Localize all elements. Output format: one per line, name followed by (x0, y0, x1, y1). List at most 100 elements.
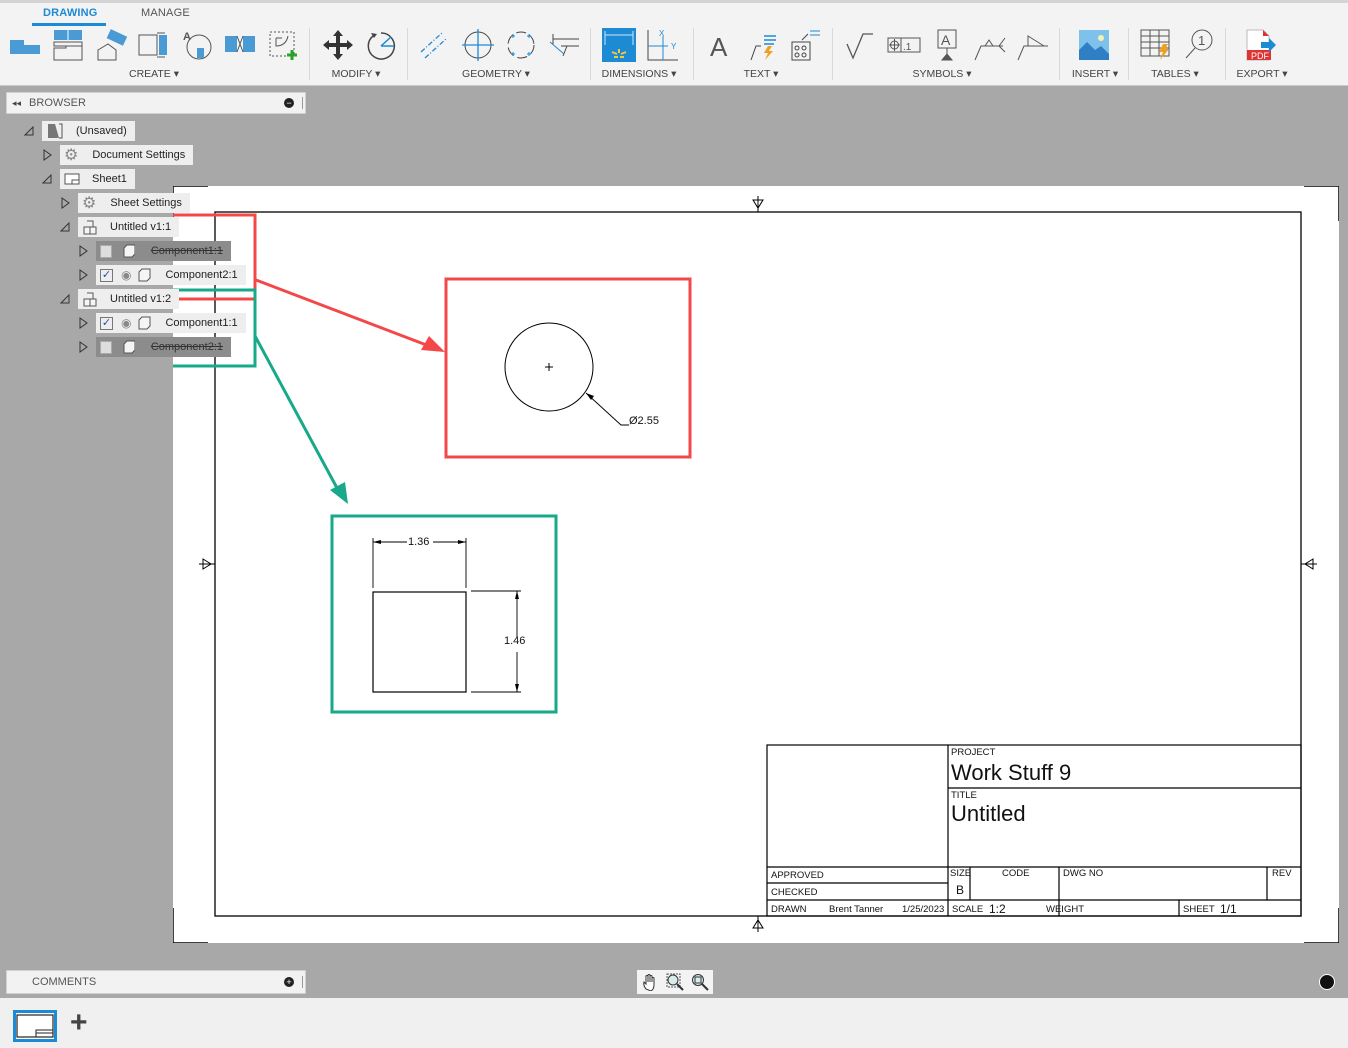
size-value[interactable]: B (956, 883, 964, 897)
expand-icon[interactable] (76, 337, 90, 357)
tables-group-label[interactable]: TABLES ▾ (1151, 68, 1199, 80)
table-icon (1140, 29, 1170, 60)
crop-view-button[interactable] (223, 28, 257, 62)
tree-item-document-settings[interactable]: ⚙ Document Settings (40, 145, 194, 165)
tree-item-component1-visible[interactable]: ✓ ◉ Component1:1 (76, 313, 246, 333)
tree-item-untitled-v1-1[interactable]: Untitled v1:1 (58, 217, 180, 237)
width-dimension-text[interactable]: 1.36 (408, 536, 429, 548)
rotate-button[interactable] (363, 28, 397, 62)
tab-manage[interactable]: MANAGE (141, 7, 190, 19)
symbols-group-label[interactable]: SYMBOLS ▾ (913, 68, 972, 80)
collapse-icon[interactable] (58, 289, 72, 309)
panel-drag-handle[interactable] (302, 976, 303, 988)
tree-item-label: Sheet1 (92, 173, 127, 185)
centerline-icon (420, 31, 448, 59)
pan-hand-icon[interactable] (641, 973, 659, 991)
geometry-group-label[interactable]: GEOMETRY ▾ (462, 68, 530, 80)
center-mark-pattern-icon (507, 31, 535, 59)
sheet-thumbnail-tab[interactable] (13, 1010, 57, 1042)
visibility-checkbox[interactable] (100, 340, 113, 354)
collapse-panel-icon[interactable]: ◂◂ (12, 98, 21, 109)
create-group-label[interactable]: CREATE ▾ (129, 68, 179, 80)
scale-value[interactable]: 1:2 (989, 902, 1006, 916)
expand-icon[interactable] (40, 145, 54, 165)
diameter-dimension-text[interactable]: Ø2.55 (629, 415, 659, 427)
modify-group-label[interactable]: MODIFY ▾ (332, 68, 381, 80)
visibility-checkbox-checked[interactable]: ✓ (100, 268, 113, 282)
comments-panel-header[interactable]: COMMENTS + (6, 970, 306, 994)
group-separator (309, 28, 310, 80)
tree-item-document[interactable]: (Unsaved) (22, 121, 135, 141)
performance-gauge-icon[interactable] (1319, 974, 1335, 990)
green-annotation-arrow-line (253, 335, 339, 489)
move-button[interactable] (321, 28, 355, 62)
expand-icon[interactable] (76, 313, 90, 333)
tree-item-component1-hidden[interactable]: Component1:1 (76, 241, 231, 261)
note-button[interactable] (788, 28, 822, 62)
taper-symbol-button[interactable] (1016, 28, 1050, 62)
insert-image-button[interactable] (1077, 28, 1111, 62)
dimension-button[interactable] (602, 28, 636, 62)
visibility-checkbox-checked[interactable]: ✓ (100, 316, 113, 330)
welding-symbol-button[interactable] (973, 28, 1007, 62)
zoom-window-icon[interactable] (666, 973, 684, 991)
project-value[interactable]: Work Stuff 9 (951, 760, 1071, 786)
centering-mark-right (1301, 558, 1317, 570)
add-comment-icon[interactable]: + (284, 977, 294, 987)
collapse-icon[interactable] (40, 169, 54, 189)
edge-extension-button[interactable] (547, 28, 581, 62)
height-dimension-text[interactable]: 1.46 (504, 635, 525, 647)
add-sheet-button[interactable]: + (70, 1008, 88, 1038)
zoom-fit-icon[interactable] (691, 973, 710, 991)
break-view-button[interactable]: A (180, 28, 214, 62)
insert-group-label[interactable]: INSERT ▾ (1072, 68, 1118, 80)
tree-item-sheet1[interactable]: Sheet1 (40, 169, 135, 189)
text-group-label[interactable]: TEXT ▾ (744, 68, 779, 80)
tree-item-component2-hidden[interactable]: Component2:1 (76, 337, 231, 357)
datum-identifier-button[interactable]: A (930, 28, 964, 62)
tree-item-sheet-settings[interactable]: ⚙ Sheet Settings (58, 193, 190, 213)
expand-icon[interactable] (58, 193, 72, 213)
surface-texture-button[interactable] (843, 28, 877, 62)
svg-text:PDF: PDF (1251, 51, 1270, 61)
tab-drawing[interactable]: DRAWING (43, 7, 98, 19)
tree-item-label: Document Settings (92, 149, 186, 161)
tree-item-label: Component1:1 (165, 317, 238, 329)
add-view-button[interactable] (266, 28, 300, 62)
base-view-button[interactable] (8, 28, 42, 62)
drawn-date-value[interactable]: 1/25/2023 (902, 904, 944, 915)
visibility-checkbox[interactable] (100, 244, 113, 258)
section-view-button[interactable] (94, 28, 128, 62)
detail-view-button[interactable] (137, 28, 171, 62)
balloon-button[interactable]: 1 (1182, 28, 1216, 62)
projected-view-button[interactable] (51, 28, 85, 62)
export-pdf-button[interactable]: PDF (1243, 28, 1277, 62)
center-mark-pattern-button[interactable] (504, 28, 538, 62)
panel-drag-handle[interactable] (302, 97, 303, 109)
expand-icon[interactable] (76, 241, 90, 261)
center-mark-icon (462, 29, 494, 61)
component-icon (138, 316, 151, 330)
tree-item-untitled-v1-2[interactable]: Untitled v1:2 (58, 289, 180, 309)
expand-icon[interactable] (76, 265, 90, 285)
text-button[interactable]: A (704, 28, 738, 62)
drawing-sheet[interactable]: Ø2.55 1.36 1.46 PROJECT Work Stuff 9 TIT… (173, 186, 1339, 943)
feature-control-frame-button[interactable]: .1 (887, 28, 921, 62)
title-value[interactable]: Untitled (951, 801, 1026, 827)
dimensions-group-label[interactable]: DIMENSIONS ▾ (602, 68, 677, 80)
ordinate-dimension-button[interactable]: XY (646, 28, 680, 62)
export-group-label[interactable]: EXPORT ▾ (1237, 68, 1288, 80)
tree-item-component2-visible[interactable]: ✓ ◉ Component2:1 (76, 265, 246, 285)
collapse-icon[interactable] (22, 121, 36, 141)
project-label: PROJECT (951, 747, 996, 758)
center-mark-button[interactable] (461, 28, 495, 62)
leader-button[interactable] (748, 28, 782, 62)
sheet-value[interactable]: 1/1 (1220, 902, 1237, 916)
eye-icon[interactable]: ◉ (121, 316, 131, 330)
drawn-by-value[interactable]: Brent Tanner (829, 904, 883, 915)
centerline-button[interactable] (417, 28, 451, 62)
minimize-icon[interactable]: − (284, 98, 294, 108)
collapse-icon[interactable] (58, 217, 72, 237)
eye-icon[interactable]: ◉ (121, 268, 131, 282)
table-button[interactable] (1139, 28, 1173, 62)
